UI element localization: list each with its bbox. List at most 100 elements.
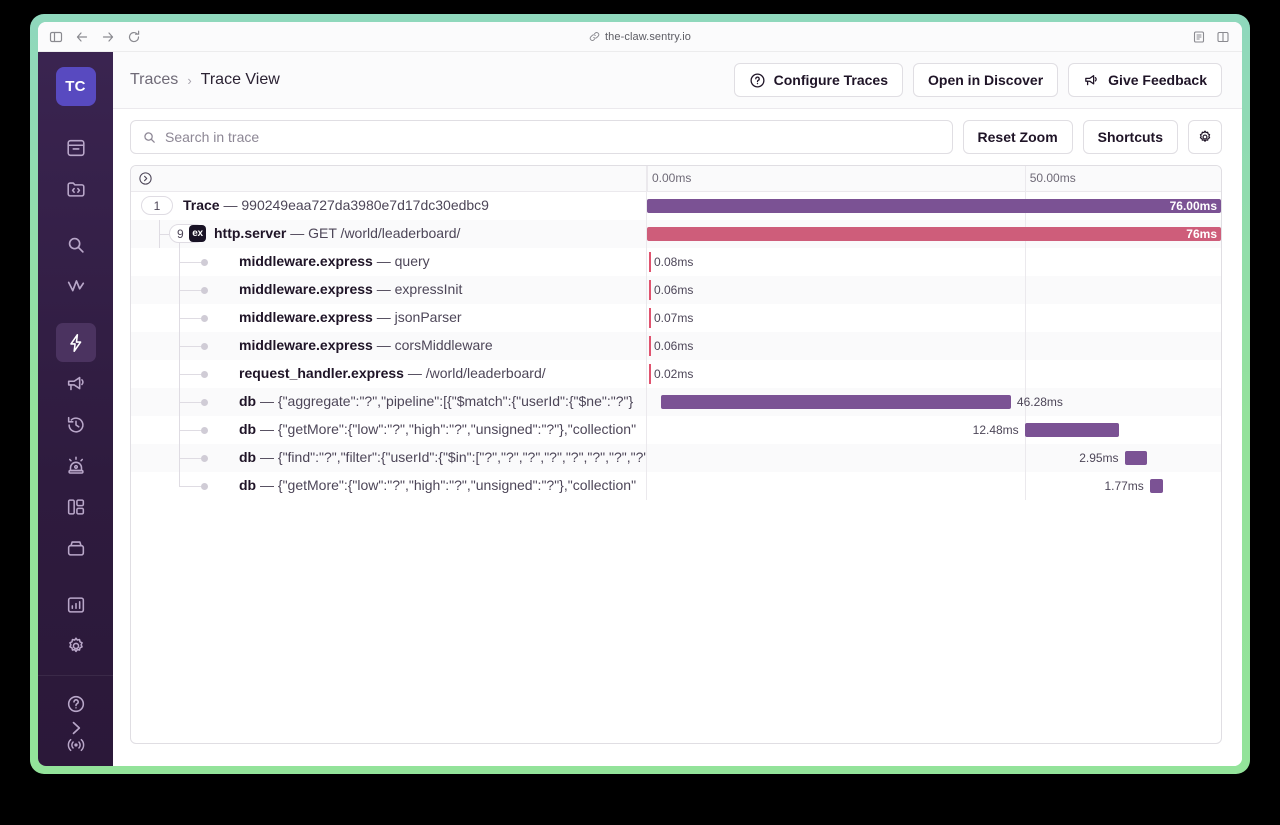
sidebar-item-replays[interactable] — [56, 405, 96, 444]
sidebar-expand-button[interactable] — [56, 710, 96, 750]
span-bar-cell[interactable]: 1.77ms — [647, 472, 1221, 500]
configure-traces-button[interactable]: Configure Traces — [733, 63, 904, 97]
trace-rows: 1 Trace — 990249eaa727da3980e7d17dc30edbc… — [131, 192, 1221, 743]
span-description: {"find":"?","filter":{"userId":{"$in":["… — [277, 449, 647, 465]
tree-connector-horizontal — [179, 374, 201, 375]
shortcuts-button[interactable]: Shortcuts — [1082, 120, 1178, 154]
span-row-http-server[interactable]: 9 ex http.server — GET /world/leaderboard/… — [131, 220, 1221, 248]
url-text: the-claw.sentry.io — [605, 30, 691, 43]
span-bar — [1124, 451, 1147, 465]
reader-view-icon[interactable] — [1191, 29, 1206, 44]
tick-line — [1024, 248, 1026, 276]
row-label-cell: db — {"aggregate":"?","pipeline":[{"$mat… — [131, 388, 647, 416]
tree-connector-horizontal — [159, 234, 169, 235]
sidebar-item-user-feedback[interactable] — [56, 364, 96, 403]
sidebar-item-stats[interactable] — [56, 585, 96, 624]
span-description: jsonParser — [394, 309, 462, 325]
tick-line — [1024, 304, 1026, 332]
trace-panel: 0.00ms 50.00ms 1 Trace — 990249eaa727da398… — [130, 165, 1222, 744]
trace-settings-button[interactable] — [1188, 120, 1222, 154]
search-input[interactable] — [165, 129, 941, 145]
tab-overview-icon[interactable] — [1215, 29, 1230, 44]
row-label-cell: request_handler.express — /world/leaderb… — [131, 360, 647, 388]
url-bar[interactable]: the-claw.sentry.io — [38, 31, 1242, 43]
breadcrumb: Traces › Trace View — [130, 71, 280, 89]
sidebar-item-discover[interactable] — [56, 226, 96, 265]
org-avatar[interactable]: TC — [55, 67, 96, 107]
tick-line — [1024, 472, 1026, 500]
span-bar — [661, 395, 1011, 409]
breadcrumb-traces-link[interactable]: Traces — [130, 71, 178, 89]
give-feedback-label: Give Feedback — [1108, 72, 1207, 88]
span-label: Trace — 990249eaa727da3980e7d17dc30edbc9 — [183, 197, 489, 215]
span-bar-cell[interactable]: 0.06ms — [647, 276, 1221, 304]
tree-connector-horizontal — [179, 346, 201, 347]
sidebar-item-settings[interactable] — [56, 626, 96, 665]
span-dot — [201, 454, 208, 462]
span-row-db-aggregate[interactable]: db — {"aggregate":"?","pipeline":[{"$mat… — [131, 388, 1221, 416]
span-dot — [201, 314, 208, 322]
sidebar-item-insights[interactable] — [56, 267, 96, 306]
span-row-db-find[interactable]: db — {"find":"?","filter":{"userId":{"$i… — [131, 444, 1221, 472]
sidebar-toggle-icon[interactable] — [48, 29, 63, 44]
row-label-cell: db — {"getMore":{"low":"?","high":"?","u… — [131, 416, 647, 444]
code-folder-icon — [65, 178, 87, 200]
span-bar-cell[interactable]: 0.07ms — [647, 304, 1221, 332]
lightning-icon — [65, 332, 87, 354]
span-bar-cell[interactable]: 0.06ms — [647, 332, 1221, 360]
arrow-left-icon[interactable] — [74, 29, 89, 44]
sidebar-item-performance[interactable] — [55, 323, 96, 363]
reset-zoom-button[interactable]: Reset Zoom — [962, 120, 1073, 154]
give-feedback-button[interactable]: Give Feedback — [1068, 63, 1222, 97]
reload-icon[interactable] — [126, 29, 141, 44]
span-row-db-getmore-2[interactable]: db — {"getMore":{"low":"?","high":"?","u… — [131, 472, 1221, 500]
search-box[interactable] — [130, 120, 953, 154]
sidebar-item-issues[interactable] — [56, 128, 96, 167]
row-label-cell: db — {"getMore":{"low":"?","high":"?","u… — [131, 472, 647, 500]
sidebar-item-alerts[interactable] — [56, 446, 96, 485]
span-bar-cell[interactable]: 2.95ms — [647, 444, 1221, 472]
tick-label: 50.00ms — [1029, 171, 1076, 185]
span-dot — [201, 258, 208, 266]
span-separator: — — [403, 365, 426, 381]
open-in-discover-button[interactable]: Open in Discover — [913, 63, 1059, 97]
span-separator: — — [286, 225, 309, 241]
row-label-cell: db — {"find":"?","filter":{"userId":{"$i… — [131, 444, 647, 472]
span-row-request-handler[interactable]: request_handler.express — /world/leaderb… — [131, 360, 1221, 388]
browser-window: the-claw.sentry.io TC Traces › Trace Vie… — [38, 22, 1242, 766]
gear-icon — [65, 635, 87, 657]
circle-chevron-right-icon[interactable] — [138, 171, 153, 186]
bar-chart-icon — [65, 594, 87, 616]
span-row-middleware-expressinit[interactable]: middleware.express — expressInit 0.06ms — [131, 276, 1221, 304]
span-bar-cell[interactable]: 76.00ms — [647, 192, 1221, 220]
span-duration-label: 0.08ms — [654, 255, 694, 269]
arrow-right-icon[interactable] — [100, 29, 115, 44]
span-row-middleware-jsonparser[interactable]: middleware.express — jsonParser 0.07ms — [131, 304, 1221, 332]
trace-root-row[interactable]: 1 Trace — 990249eaa727da3980e7d17dc30edbc… — [131, 192, 1221, 220]
sidebar-item-dashboards[interactable] — [56, 487, 96, 526]
span-dot — [201, 426, 208, 434]
span-row-db-getmore-1[interactable]: db — {"getMore":{"low":"?","high":"?","u… — [131, 416, 1221, 444]
span-op: db — [239, 477, 257, 493]
tick-line — [647, 166, 648, 191]
siren-icon — [65, 455, 87, 477]
span-row-middleware-corsmiddleware[interactable]: middleware.express — corsMiddleware 0.06m… — [131, 332, 1221, 360]
span-bar-cell[interactable]: 46.28ms — [647, 388, 1221, 416]
tree-connector-vertical — [179, 472, 180, 486]
sidebar-item-releases[interactable] — [56, 528, 96, 567]
span-op: middleware.express — [239, 337, 373, 353]
trace-header-left — [131, 166, 647, 191]
child-count-pill[interactable]: 1 — [141, 196, 173, 215]
span-bar-cell[interactable]: 76ms — [647, 220, 1221, 248]
sidebar-item-projects[interactable] — [56, 169, 96, 208]
span-label: request_handler.express — /world/leaderb… — [239, 365, 546, 383]
span-op: Trace — [183, 197, 220, 213]
span-dot — [201, 370, 208, 378]
span-row-middleware-query[interactable]: middleware.express — query 0.08ms — [131, 248, 1221, 276]
span-bar-cell[interactable]: 0.08ms — [647, 248, 1221, 276]
span-bar — [649, 252, 651, 272]
link-icon — [589, 31, 600, 42]
span-bar-cell[interactable]: 0.02ms — [647, 360, 1221, 388]
span-bar-cell[interactable]: 12.48ms — [647, 416, 1221, 444]
vitals-graph-icon — [65, 275, 87, 297]
